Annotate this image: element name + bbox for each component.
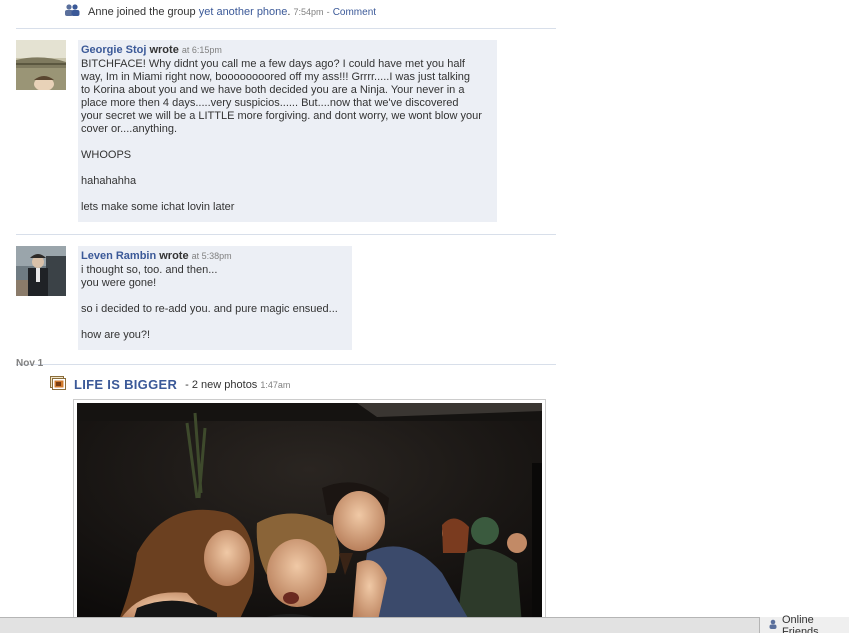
comment-link[interactable]: Comment bbox=[333, 7, 376, 18]
separator bbox=[16, 28, 556, 29]
album-photo[interactable] bbox=[73, 399, 546, 629]
wall-post-bubble: Georgie Stoj wrote at 6:15pm BITCHFACE! … bbox=[78, 40, 497, 222]
photo-image bbox=[77, 403, 542, 625]
story-time: 7:54pm bbox=[293, 6, 324, 17]
post-author-link[interactable]: Leven Rambin bbox=[81, 250, 156, 262]
chat-bar: Online Friends bbox=[0, 613, 849, 633]
separator bbox=[16, 364, 556, 365]
group-link[interactable]: yet another phone bbox=[199, 6, 288, 18]
avatar[interactable] bbox=[16, 40, 66, 90]
online-friends-button[interactable]: Online Friends bbox=[759, 613, 849, 633]
post-time: at 5:38pm bbox=[191, 251, 232, 261]
post-author-link[interactable]: Georgie Stoj bbox=[81, 44, 146, 56]
story-period: . bbox=[287, 5, 291, 18]
story-dash: - bbox=[326, 6, 330, 17]
friends-icon bbox=[768, 619, 778, 632]
group-icon bbox=[64, 4, 80, 19]
post-body: BITCHFACE! Why didnt you call me a few d… bbox=[81, 58, 482, 213]
avatar[interactable] bbox=[16, 246, 66, 296]
online-friends-label: Online Friends bbox=[782, 613, 819, 633]
post-body: i thought so, too. and then... you were … bbox=[81, 264, 338, 341]
album-title-link[interactable]: LIFE IS BIGGER bbox=[74, 377, 177, 392]
photo-album-story: LIFE IS BIGGER - 2 new photos 1:47am bbox=[50, 376, 290, 393]
wall-post-bubble: Leven Rambin wrote at 5:38pm i thought s… bbox=[78, 246, 352, 350]
date-label: Nov 1 bbox=[16, 358, 44, 369]
group-join-story: Anne joined the group yet another phone.… bbox=[64, 4, 376, 19]
photo-count: - 2 new photos bbox=[185, 378, 258, 391]
separator bbox=[16, 234, 556, 235]
photo-album-icon bbox=[50, 376, 66, 393]
post-time: at 6:15pm bbox=[181, 45, 222, 55]
post-wrote: wrote bbox=[159, 250, 189, 262]
post-wrote: wrote bbox=[149, 44, 179, 56]
story-text: Anne joined the group bbox=[88, 5, 196, 18]
photo-time: 1:47am bbox=[260, 379, 291, 390]
